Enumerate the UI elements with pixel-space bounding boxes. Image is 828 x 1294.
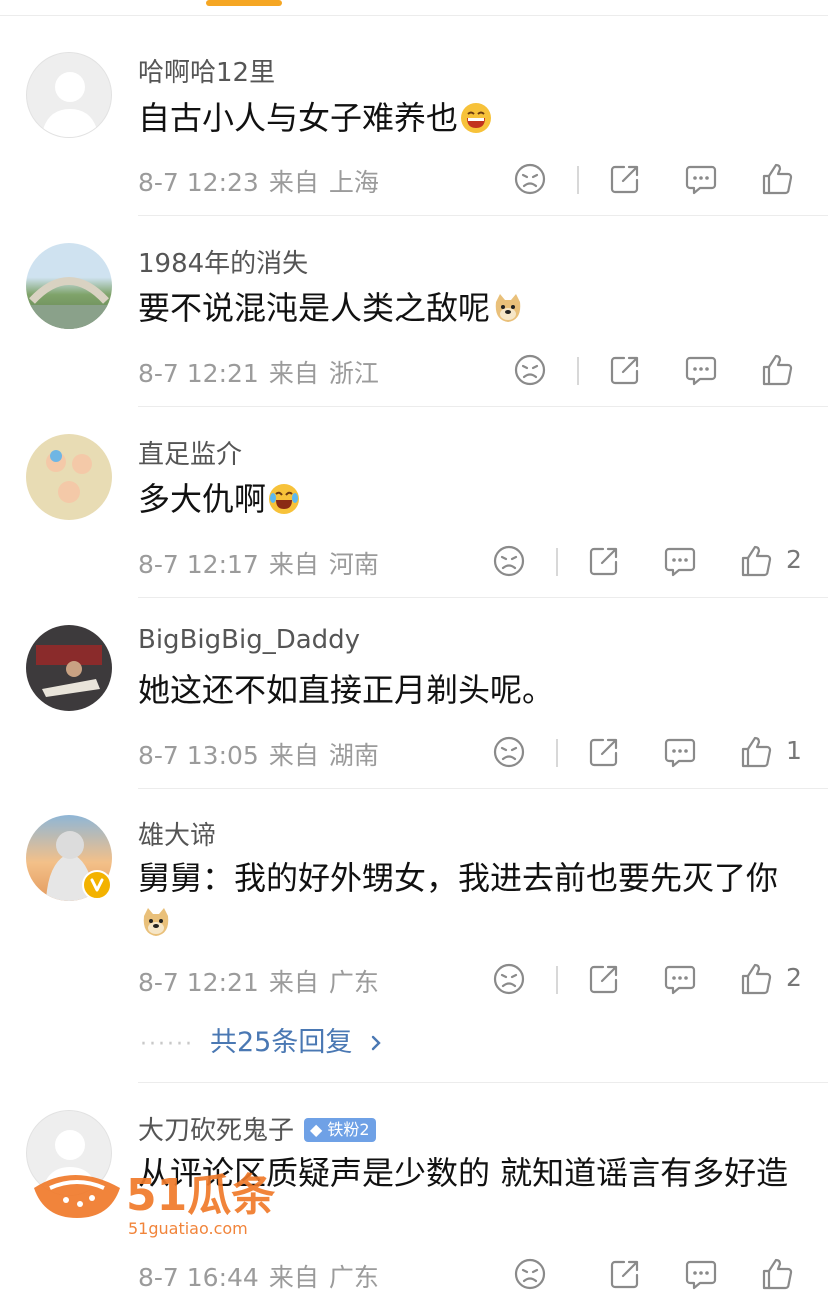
username[interactable]: 大刀砍死鬼子 ◆ 铁粉2 [138, 1110, 376, 1147]
location: 广东 [328, 1263, 379, 1292]
timestamp: 8-7 12:23 [138, 168, 259, 197]
separator [556, 548, 558, 576]
dislike-icon[interactable] [492, 962, 526, 996]
fan-level-badge: ◆ 铁粉2 [304, 1118, 376, 1142]
comment-icon[interactable] [663, 962, 697, 996]
watermark-url: 51guatiao.com [128, 1219, 248, 1238]
share-icon[interactable] [587, 735, 621, 769]
location: 河南 [328, 550, 379, 579]
comment-icon[interactable] [663, 735, 697, 769]
dislike-icon[interactable] [492, 735, 526, 769]
share-icon[interactable] [608, 1257, 642, 1291]
replies-label: 共25条回复 [209, 1027, 353, 1058]
watermark-logo: 51瓜条 51guatiao.com [30, 1148, 300, 1238]
comment-meta: 8-7 12:17 来自 河南 [138, 545, 389, 581]
username[interactable]: 1984年的消失 [138, 243, 308, 280]
location: 湖南 [328, 741, 379, 770]
dots-decoration: ······ [140, 1032, 194, 1057]
separator [556, 966, 558, 994]
location: 广东 [328, 968, 379, 997]
username-text: 大刀砍死鬼子 [138, 1116, 295, 1146]
divider [138, 788, 828, 789]
avatar[interactable] [26, 625, 112, 711]
active-tab-indicator [206, 0, 282, 6]
comment-icon[interactable] [684, 1257, 718, 1291]
comment-icon[interactable] [684, 162, 718, 196]
dislike-icon[interactable] [513, 353, 547, 387]
timestamp: 8-7 16:44 [138, 1263, 259, 1292]
doge-emoji [140, 906, 172, 938]
share-icon[interactable] [608, 353, 642, 387]
comment-text: 多大仇啊 [138, 477, 808, 521]
grin-emoji [460, 102, 492, 134]
username[interactable]: BigBigBig_Daddy [138, 625, 360, 655]
location: 上海 [328, 168, 379, 197]
share-icon[interactable] [587, 544, 621, 578]
watermark-brand: 51瓜条 [126, 1170, 275, 1221]
comment-meta: 8-7 12:21 来自 浙江 [138, 354, 389, 390]
source-label: 来自 [268, 741, 319, 770]
top-tab-bar [0, 0, 828, 16]
username[interactable]: 雄大谛 [138, 815, 216, 852]
comment-text-content: 多大仇啊 [138, 480, 267, 518]
dislike-icon[interactable] [513, 1257, 547, 1291]
avatar[interactable] [26, 52, 112, 138]
timestamp: 8-7 12:21 [138, 359, 259, 388]
location: 浙江 [328, 359, 379, 388]
comment-text-content: 要不说混沌是人类之敌呢 [138, 289, 491, 327]
comment-meta: 8-7 13:05 来自 湖南 [138, 736, 389, 772]
separator [577, 357, 579, 385]
fan-badge-label: 铁粉2 [327, 1120, 370, 1139]
comment-text-content: 她这还不如直接正月剃头呢。 [138, 671, 555, 709]
source-label: 来自 [268, 168, 319, 197]
like-icon[interactable] [760, 1257, 794, 1291]
comment-icon[interactable] [684, 353, 718, 387]
source-label: 来自 [268, 359, 319, 388]
divider [138, 215, 828, 216]
comment-text: 她这还不如直接正月剃头呢。 [138, 668, 808, 712]
comment-text-content: 舅舅：我的好外甥女，我进去前也要先灭了你 [138, 859, 779, 897]
like-icon[interactable] [739, 544, 773, 578]
like-icon[interactable] [760, 162, 794, 196]
timestamp: 8-7 12:21 [138, 968, 259, 997]
comment-meta: 8-7 12:21 来自 广东 [138, 963, 389, 999]
avatar[interactable] [26, 434, 112, 520]
comment-meta: 8-7 12:23 来自 上海 [138, 163, 389, 199]
username[interactable]: 直足监介 [138, 434, 242, 471]
laugh-cry-emoji [268, 483, 300, 515]
comment-text-content: 自古小人与女子难养也 [138, 99, 459, 137]
like-count: 2 [786, 545, 802, 574]
share-icon[interactable] [608, 162, 642, 196]
doge-emoji [492, 292, 524, 324]
comment-text: 舅舅：我的好外甥女，我进去前也要先灭了你 [138, 856, 808, 944]
divider [138, 1082, 828, 1083]
username[interactable]: 哈啊哈12里 [138, 52, 275, 89]
source-label: 来自 [268, 968, 319, 997]
verified-v-icon [82, 870, 112, 900]
view-replies-link[interactable]: ······ 共25条回复 [140, 1020, 386, 1059]
divider [138, 597, 828, 598]
comment-icon[interactable] [663, 544, 697, 578]
like-icon[interactable] [739, 735, 773, 769]
like-icon[interactable] [760, 353, 794, 387]
source-label: 来自 [268, 550, 319, 579]
source-label: 来自 [268, 1263, 319, 1292]
avatar[interactable] [26, 243, 112, 329]
comment-text: 要不说混沌是人类之敌呢 [138, 286, 808, 330]
like-count: 2 [786, 963, 802, 992]
dislike-icon[interactable] [492, 544, 526, 578]
comment-meta: 8-7 16:44 来自 广东 [138, 1258, 389, 1294]
separator [556, 739, 558, 767]
timestamp: 8-7 12:17 [138, 550, 259, 579]
divider [138, 406, 828, 407]
share-icon[interactable] [587, 962, 621, 996]
like-icon[interactable] [739, 962, 773, 996]
timestamp: 8-7 13:05 [138, 741, 259, 770]
like-count: 1 [786, 736, 802, 765]
comment-text: 自古小人与女子难养也 [138, 96, 808, 140]
dislike-icon[interactable] [513, 162, 547, 196]
separator [577, 166, 579, 194]
chevron-right-icon [372, 1035, 382, 1051]
